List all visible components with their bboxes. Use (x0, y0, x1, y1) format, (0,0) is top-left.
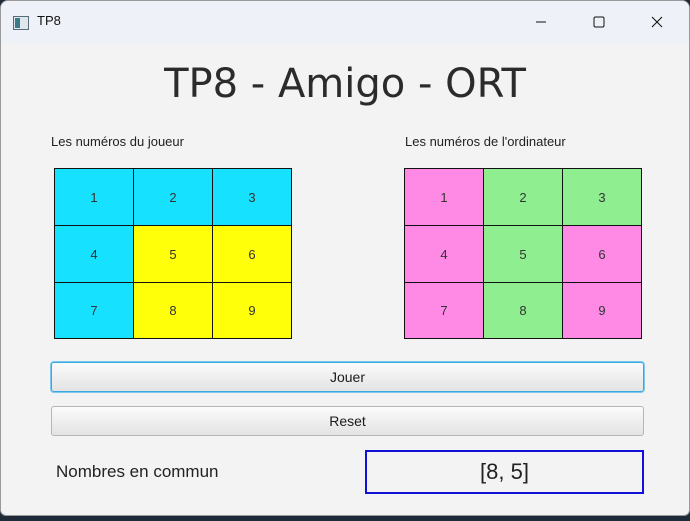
player-grid: 123 456 789 (54, 168, 292, 339)
reset-button[interactable]: Reset (51, 406, 644, 436)
player-numbers-label: Les numéros du joueur (51, 134, 184, 149)
player-cell-5: 5 (133, 225, 213, 283)
close-button[interactable] (634, 1, 680, 43)
player-cell-7: 7 (54, 282, 134, 339)
player-cell-2: 2 (133, 168, 213, 226)
computer-cell-2: 2 (483, 168, 563, 226)
close-icon (651, 13, 663, 32)
app-window: TP8 TP8 - Amigo - ORT Les numéros du jou… (0, 0, 690, 516)
computer-cell-9: 9 (562, 282, 642, 339)
computer-cell-6: 6 (562, 225, 642, 283)
computer-grid: 123 456 789 (404, 168, 642, 339)
player-cell-3: 3 (212, 168, 292, 226)
page-title: TP8 - Amigo - ORT (164, 61, 526, 107)
title-bar[interactable]: TP8 (1, 1, 689, 43)
maximize-icon (593, 13, 605, 32)
computer-cell-7: 7 (404, 282, 484, 339)
computer-numbers-label: Les numéros de l'ordinateur (405, 134, 566, 149)
player-cell-6: 6 (212, 225, 292, 283)
computer-cell-3: 3 (562, 168, 642, 226)
maximize-button[interactable] (576, 1, 622, 43)
computer-cell-4: 4 (404, 225, 484, 283)
computer-cell-1: 1 (404, 168, 484, 226)
minimize-button[interactable] (518, 1, 564, 43)
player-cell-4: 4 (54, 225, 134, 283)
player-cell-8: 8 (133, 282, 213, 339)
window-title: TP8 (37, 13, 61, 28)
computer-cell-8: 8 (483, 282, 563, 339)
player-cell-9: 9 (212, 282, 292, 339)
minimize-icon (535, 13, 547, 32)
common-numbers-label: Nombres en commun (56, 462, 219, 481)
common-numbers-field[interactable]: [8, 5] (365, 450, 644, 494)
play-button[interactable]: Jouer (51, 362, 644, 392)
player-cell-1: 1 (54, 168, 134, 226)
app-icon (13, 15, 29, 30)
computer-cell-5: 5 (483, 225, 563, 283)
